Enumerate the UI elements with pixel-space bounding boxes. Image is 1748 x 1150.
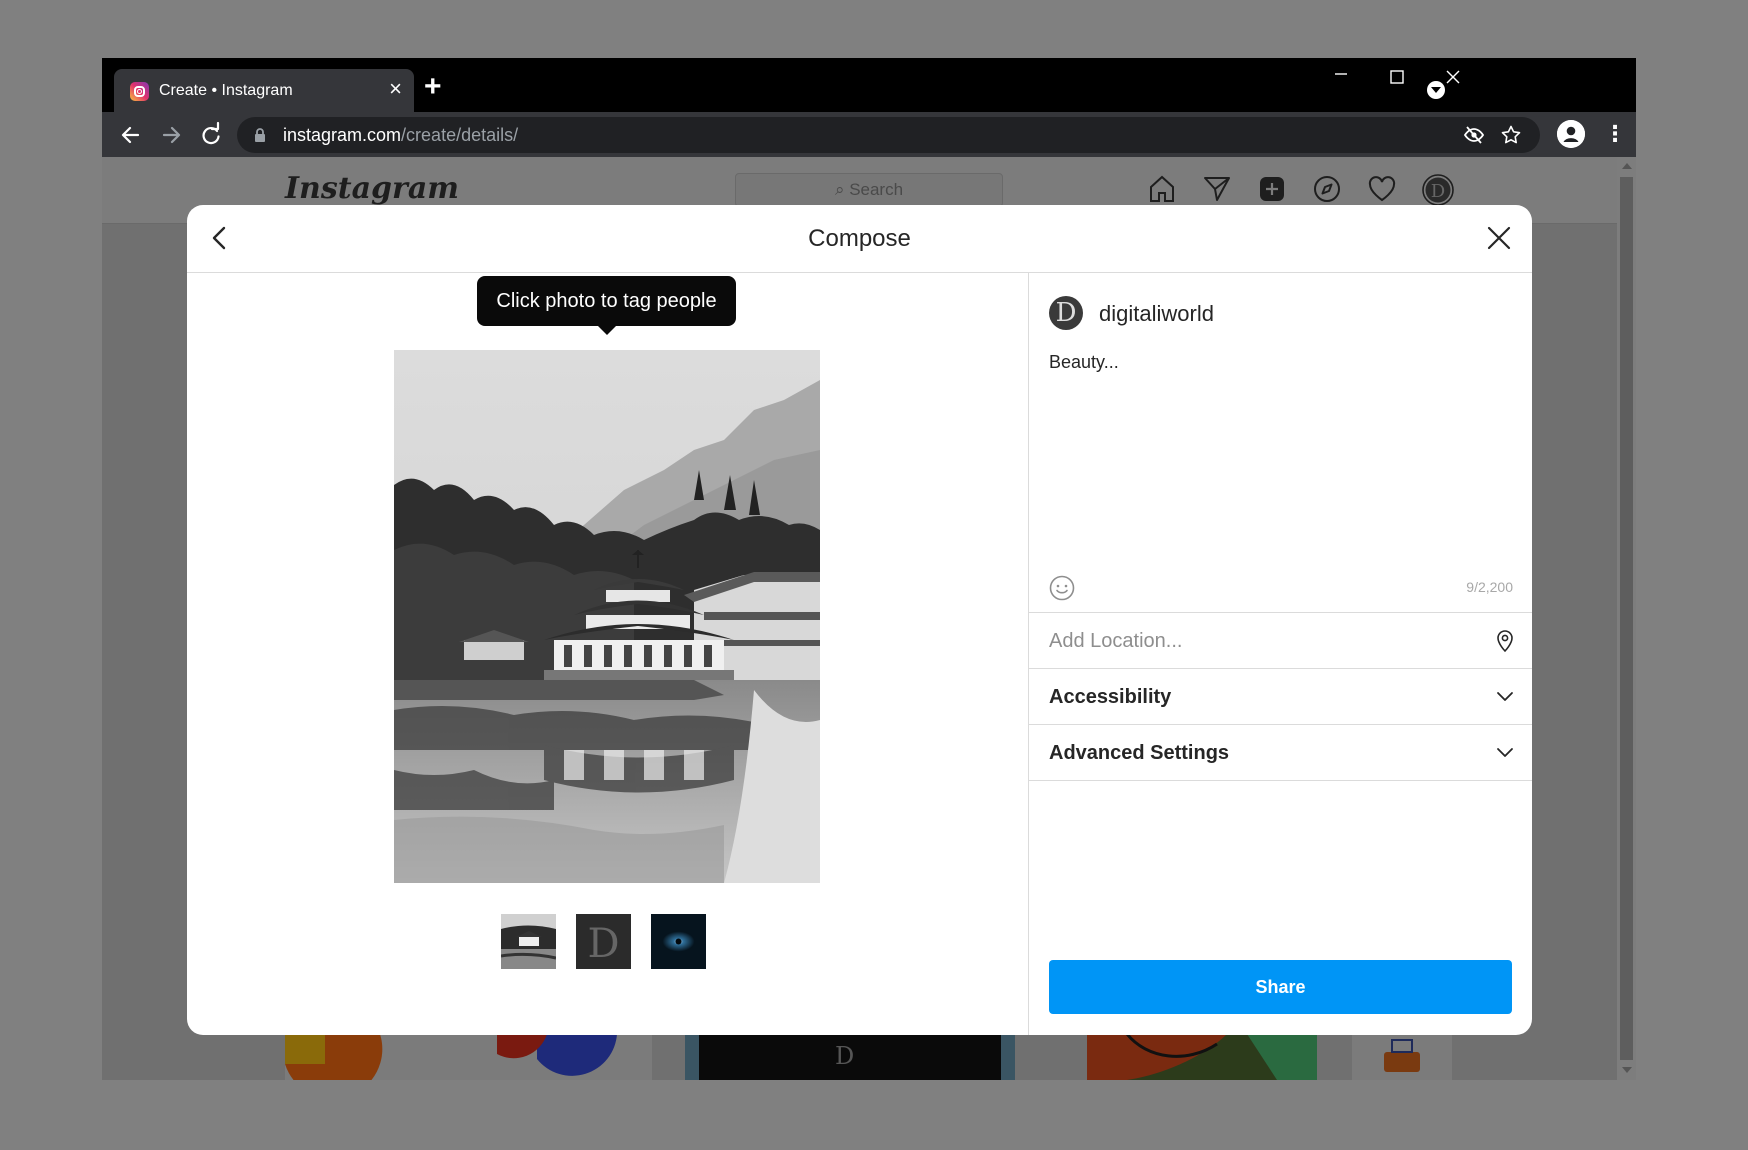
url-text[interactable]: instagram.com/create/details/ xyxy=(283,125,518,146)
home-icon[interactable] xyxy=(1147,174,1177,204)
reload-icon[interactable] xyxy=(196,120,226,150)
user-avatar: D xyxy=(1049,296,1083,330)
close-window-button[interactable] xyxy=(1445,69,1461,90)
address-bar[interactable]: instagram.com/create/details/ xyxy=(237,117,1540,153)
tab-close-icon[interactable]: × xyxy=(389,77,402,101)
location-input[interactable] xyxy=(1049,627,1469,655)
instagram-favicon-icon xyxy=(130,82,149,101)
scrollbar-thumb[interactable] xyxy=(1620,177,1633,1060)
thumbnail-letter: D xyxy=(587,921,619,967)
modal-title: Compose xyxy=(808,225,911,252)
bookmark-star-icon[interactable] xyxy=(1501,125,1521,150)
post-details-pane: D digitaliworld Beauty... 9/2,200 Access… xyxy=(1028,273,1532,1035)
compose-modal: Compose Click photo to tag people D D di… xyxy=(187,205,1532,1035)
browser-profile-avatar[interactable] xyxy=(1557,120,1585,148)
caption-input[interactable]: Beauty... xyxy=(1049,352,1509,532)
advanced-settings-label: Advanced Settings xyxy=(1049,742,1230,764)
page-scrollbar[interactable] xyxy=(1617,157,1636,1080)
share-button[interactable]: Share xyxy=(1049,960,1512,1014)
close-icon[interactable] xyxy=(1484,223,1514,258)
search-icon: ⌕ xyxy=(834,180,850,199)
feed-tile[interactable] xyxy=(285,1034,652,1080)
scroll-down-arrow-icon[interactable] xyxy=(1622,1067,1632,1073)
feed-tile[interactable] xyxy=(1087,1033,1317,1080)
location-row[interactable] xyxy=(1029,612,1532,669)
media-thumbnail[interactable] xyxy=(501,914,556,969)
tab-title: Create • Instagram xyxy=(159,82,293,99)
new-tab-button[interactable]: + xyxy=(424,72,442,102)
lock-icon[interactable] xyxy=(254,127,266,148)
maximize-button[interactable] xyxy=(1389,69,1405,90)
tracking-eye-off-icon[interactable] xyxy=(1463,126,1485,149)
svg-text:D: D xyxy=(1431,181,1445,202)
svg-text:D: D xyxy=(835,1042,854,1070)
minimize-button[interactable] xyxy=(1333,66,1349,87)
profile-dropdown-icon[interactable] xyxy=(1427,81,1445,99)
media-thumbnail[interactable] xyxy=(651,914,706,969)
chevron-down-icon[interactable] xyxy=(1495,686,1515,711)
post-photo[interactable] xyxy=(394,350,820,883)
direct-messages-icon[interactable] xyxy=(1202,174,1232,204)
instagram-search[interactable]: ⌕ Search xyxy=(735,173,1003,207)
tag-people-tooltip: Click photo to tag people xyxy=(477,276,736,335)
browser-toolbar: instagram.com/create/details/ ⋮ xyxy=(102,112,1636,157)
instagram-logo[interactable]: Instagram xyxy=(285,171,459,206)
accessibility-row[interactable]: Accessibility xyxy=(1029,668,1532,725)
emoji-picker-icon[interactable] xyxy=(1049,575,1075,606)
browser-menu-icon[interactable]: ⋮ xyxy=(1604,122,1626,146)
advanced-settings-row[interactable]: Advanced Settings xyxy=(1029,724,1532,781)
feed-tile[interactable]: D xyxy=(685,1034,1015,1080)
media-preview-pane: Click photo to tag people D xyxy=(187,273,1028,1035)
back-arrow-icon[interactable] xyxy=(116,120,146,150)
modal-header: Compose xyxy=(187,205,1532,273)
browser-tab[interactable]: Create • Instagram × xyxy=(114,69,414,112)
explore-compass-icon[interactable] xyxy=(1312,174,1342,204)
username: digitaliworld xyxy=(1099,301,1214,326)
profile-avatar-icon[interactable]: D xyxy=(1422,174,1454,206)
title-bar: Create • Instagram × + xyxy=(102,58,1636,112)
accessibility-label: Accessibility xyxy=(1049,686,1172,708)
search-placeholder: Search xyxy=(849,180,904,199)
forward-arrow-icon[interactable] xyxy=(156,120,186,150)
activity-heart-icon[interactable] xyxy=(1367,174,1397,204)
scroll-up-arrow-icon[interactable] xyxy=(1622,163,1632,169)
location-pin-icon[interactable] xyxy=(1495,629,1515,658)
chevron-down-icon[interactable] xyxy=(1495,742,1515,767)
character-counter: 9/2,200 xyxy=(1466,579,1513,595)
media-thumbnail[interactable]: D xyxy=(576,914,631,969)
feed-tile[interactable] xyxy=(1352,1034,1452,1080)
new-post-icon[interactable] xyxy=(1257,174,1287,204)
